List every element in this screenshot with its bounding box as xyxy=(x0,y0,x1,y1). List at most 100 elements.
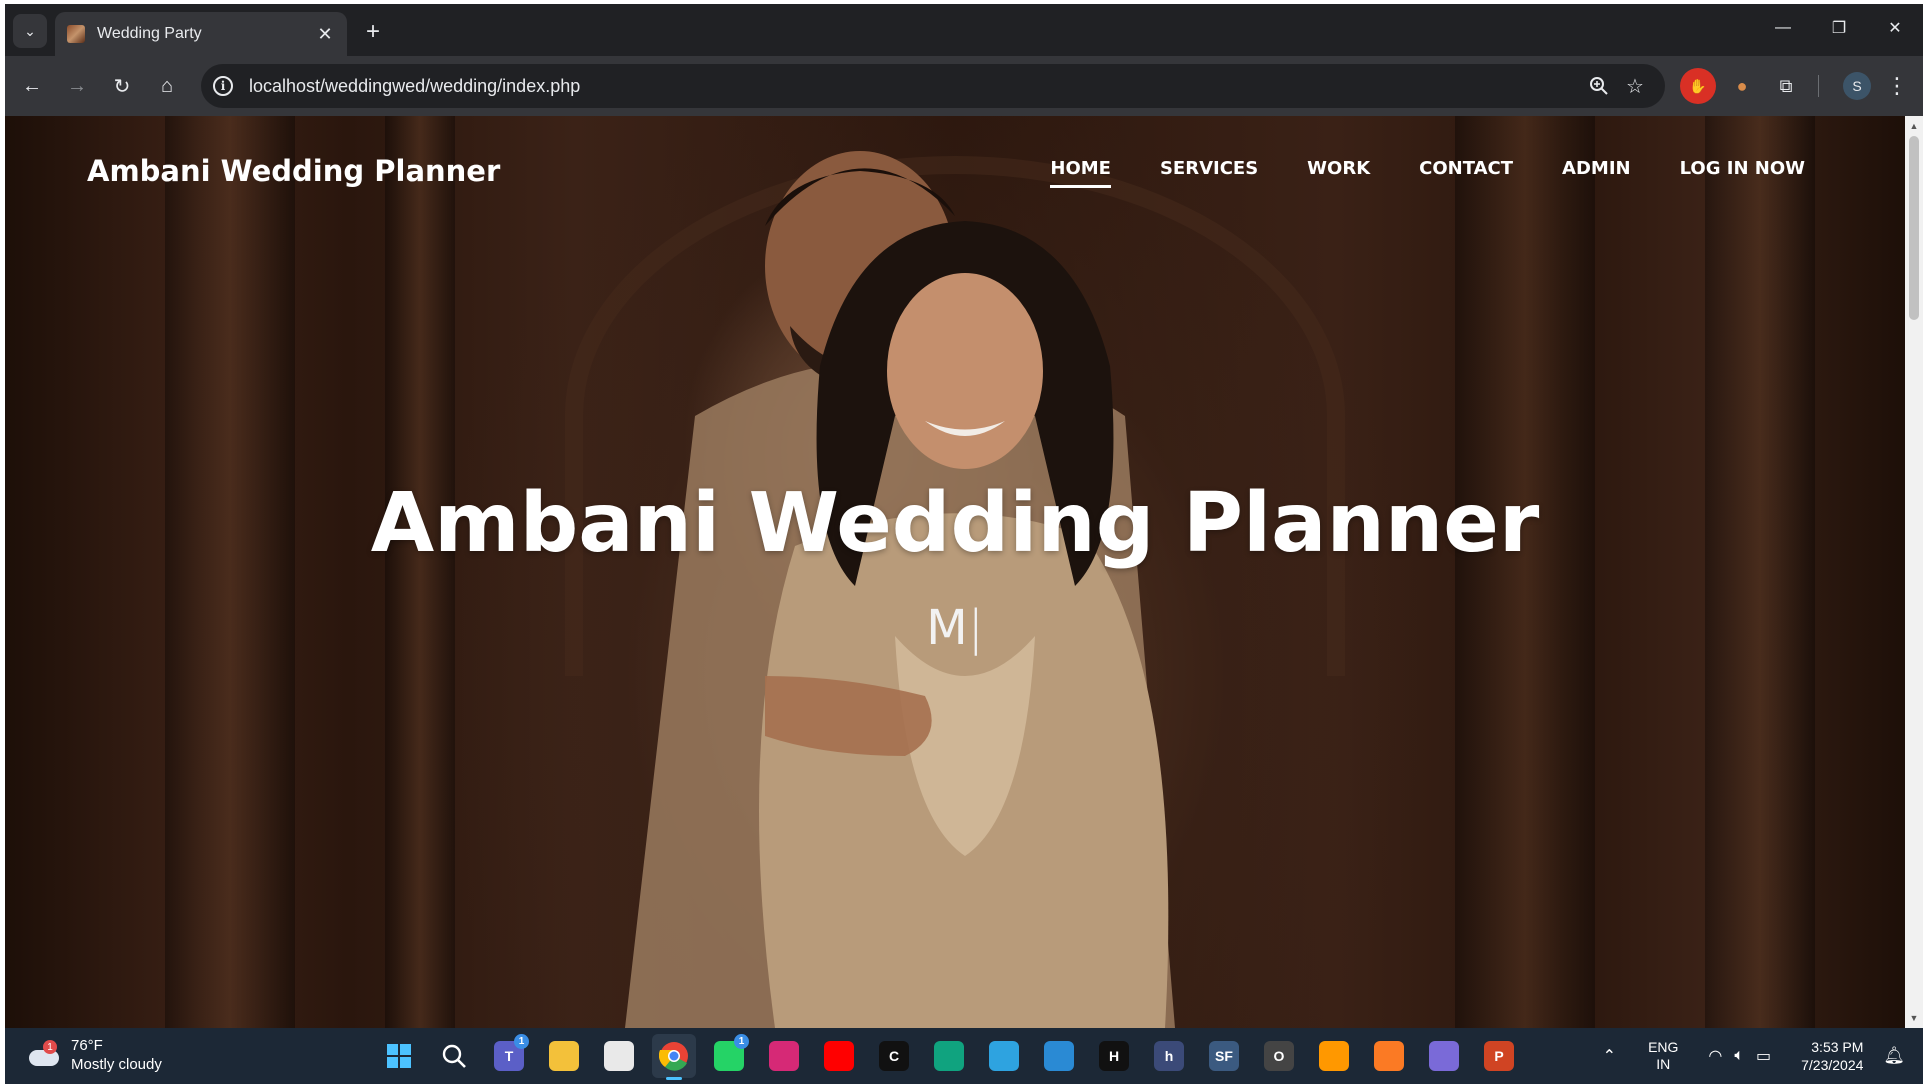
bookmark-star-icon[interactable]: ☆ xyxy=(1617,68,1653,104)
nav-link-log-in-now[interactable]: LOG IN NOW xyxy=(1680,158,1805,185)
tab-close-icon[interactable]: ✕ xyxy=(315,24,335,45)
volume-icon[interactable]: 🔈︎ xyxy=(1734,1047,1744,1065)
battery-icon[interactable]: ▭ xyxy=(1756,1046,1771,1066)
h-app-icon: h xyxy=(1154,1041,1184,1071)
new-tab-plus-icon[interactable]: + xyxy=(357,16,389,48)
windows-start-icon xyxy=(384,1041,414,1071)
taskbar-search-icon[interactable] xyxy=(432,1034,476,1078)
taskbar-windows-start-icon[interactable] xyxy=(377,1034,421,1078)
scroll-down-arrow-icon[interactable]: ▼ xyxy=(1905,1010,1923,1026)
taskbar-h-app-icon[interactable]: h xyxy=(1147,1034,1191,1078)
browser-tab[interactable]: Wedding Party ✕ xyxy=(55,12,347,56)
extensions-area: ✋ ● ⧉ S ⋮ xyxy=(1672,64,1915,108)
show-hidden-icons-chevron-icon[interactable]: ⌃ xyxy=(1603,1046,1616,1066)
xampp-icon xyxy=(1374,1041,1404,1071)
ad-block-extension-icon[interactable]: ✋ xyxy=(1680,68,1716,104)
whatsapp-badge: 1 xyxy=(734,1034,749,1049)
home-icon[interactable]: ⌂ xyxy=(149,68,185,104)
nav-link-home[interactable]: HOME xyxy=(1050,158,1111,188)
nav-link-work[interactable]: WORK xyxy=(1307,158,1370,185)
taskbar-chatgpt-icon[interactable] xyxy=(927,1034,971,1078)
clock-date: 7/23/2024 xyxy=(1801,1057,1864,1073)
file-explorer-icon xyxy=(549,1041,579,1071)
weather-widget[interactable]: 1 76°F Mostly cloudy xyxy=(27,1036,162,1074)
site-header: Ambani Wedding Planner HOME SERVICES WOR… xyxy=(5,116,1905,226)
taskbar-instagram-icon[interactable] xyxy=(762,1034,806,1078)
microsoft-store-icon xyxy=(604,1041,634,1071)
tab-favicon-icon xyxy=(67,25,85,43)
input-language[interactable]: ENG IN xyxy=(1648,1039,1678,1073)
taskbar-apps: T 1 1 C Hh SF O P xyxy=(377,1034,1532,1080)
restore-icon[interactable]: ❐ xyxy=(1811,4,1867,52)
clock-time: 3:53 PM xyxy=(1811,1039,1864,1055)
back-arrow-icon[interactable]: ← xyxy=(14,68,50,104)
zoom-icon[interactable] xyxy=(1581,68,1617,104)
taskbar-sourceforge-icon[interactable]: SF xyxy=(1202,1034,1246,1078)
taskbar-xampp-icon[interactable] xyxy=(1367,1034,1411,1078)
nav-link-contact[interactable]: CONTACT xyxy=(1419,158,1513,185)
edge-icon xyxy=(989,1041,1019,1071)
menu-kebab-icon[interactable]: ⋮ xyxy=(1879,68,1915,104)
taskbar-sublime-text-icon[interactable] xyxy=(1312,1034,1356,1078)
chatgpt-icon xyxy=(934,1041,964,1071)
scroll-up-arrow-icon[interactable]: ▲ xyxy=(1905,118,1923,134)
vscode-icon xyxy=(1044,1041,1074,1071)
taskbar-microsoft-store-icon[interactable] xyxy=(597,1034,641,1078)
hero-typed-text: M| xyxy=(5,600,1905,656)
search-icon xyxy=(439,1041,469,1071)
background-pillar-right xyxy=(1455,116,1595,1028)
page-viewport: Ambani Wedding Planner HOME SERVICES WOR… xyxy=(5,116,1905,1028)
tab-title: Wedding Party xyxy=(97,25,202,42)
browser-toolbar: ← → ↻ ⌂ i localhost/weddingwed/wedding/i… xyxy=(5,56,1923,116)
reload-icon[interactable]: ↻ xyxy=(104,68,140,104)
cookie-extension-icon[interactable]: ● xyxy=(1724,68,1760,104)
powerpoint-icon: P xyxy=(1484,1041,1514,1071)
toolbar-separator xyxy=(1818,75,1819,97)
system-tray: ⌃ ENG IN ◠ 🔈︎ ▭ 3:53 PM 7/23/2024 🔔︎ xyxy=(1603,1034,1905,1078)
taskbar-powerpoint-icon[interactable]: P xyxy=(1477,1034,1521,1078)
taskbar-youtube-icon[interactable] xyxy=(817,1034,861,1078)
taskbar-file-explorer-icon[interactable] xyxy=(542,1034,586,1078)
tab-search-chevron-icon[interactable]: ⌄ xyxy=(13,14,47,48)
taskbar-vscode-icon[interactable] xyxy=(1037,1034,1081,1078)
nav-link-services[interactable]: SERVICES xyxy=(1160,158,1258,185)
hero-title: Ambani Wedding Planner xyxy=(370,476,1540,571)
cloud-weather-icon: 1 xyxy=(27,1040,61,1068)
url-text[interactable]: localhost/weddingwed/wedding/index.php xyxy=(249,76,1581,97)
profile-avatar[interactable]: S xyxy=(1843,72,1871,100)
typing-cursor: | xyxy=(967,600,984,656)
site-brand[interactable]: Ambani Wedding Planner xyxy=(87,154,500,188)
taskbar-chrome-icon[interactable] xyxy=(652,1034,696,1080)
taskbar-edge-icon[interactable] xyxy=(982,1034,1026,1078)
weather-badge: 1 xyxy=(43,1040,57,1054)
wifi-icon[interactable]: ◠ xyxy=(1708,1046,1722,1066)
taskbar-eclipse-icon[interactable] xyxy=(1422,1034,1466,1078)
notification-bell-icon[interactable]: 🔔︎ xyxy=(1883,1046,1905,1066)
site-info-icon[interactable]: i xyxy=(213,76,233,96)
nav-link-admin[interactable]: ADMIN xyxy=(1562,158,1631,185)
page-scrollbar[interactable]: ▲ ▼ xyxy=(1905,116,1923,1028)
window-controls: — ❐ ✕ xyxy=(1755,4,1923,52)
weather-temp: 76°F xyxy=(71,1037,103,1054)
weather-condition: Mostly cloudy xyxy=(71,1056,162,1073)
sublime-text-icon xyxy=(1319,1041,1349,1071)
o-app-icon: O xyxy=(1264,1041,1294,1071)
capcut-icon: C xyxy=(879,1041,909,1071)
eclipse-icon xyxy=(1429,1041,1459,1071)
taskbar-hackerrank-icon[interactable]: H xyxy=(1092,1034,1136,1078)
background-pillar-left xyxy=(165,116,295,1028)
language-code: ENG xyxy=(1648,1039,1679,1055)
clock[interactable]: 3:53 PM 7/23/2024 xyxy=(1801,1038,1863,1074)
taskbar-whatsapp-icon[interactable]: 1 xyxy=(707,1034,751,1078)
minimize-icon[interactable]: — xyxy=(1755,4,1811,52)
close-window-icon[interactable]: ✕ xyxy=(1867,4,1923,52)
taskbar-o-app-icon[interactable]: O xyxy=(1257,1034,1301,1078)
address-bar[interactable]: i localhost/weddingwed/wedding/index.php… xyxy=(201,64,1665,108)
typed-text: M xyxy=(926,600,968,656)
screen: ⌄ Wedding Party ✕ + — ❐ ✕ ← → ↻ ⌂ i loca… xyxy=(5,4,1923,1084)
extensions-puzzle-icon[interactable]: ⧉ xyxy=(1768,68,1804,104)
taskbar-capcut-icon[interactable]: C xyxy=(872,1034,916,1078)
forward-arrow-icon[interactable]: → xyxy=(59,68,95,104)
scroll-thumb[interactable] xyxy=(1909,136,1919,320)
taskbar-teams-icon[interactable]: T1 xyxy=(487,1034,531,1078)
